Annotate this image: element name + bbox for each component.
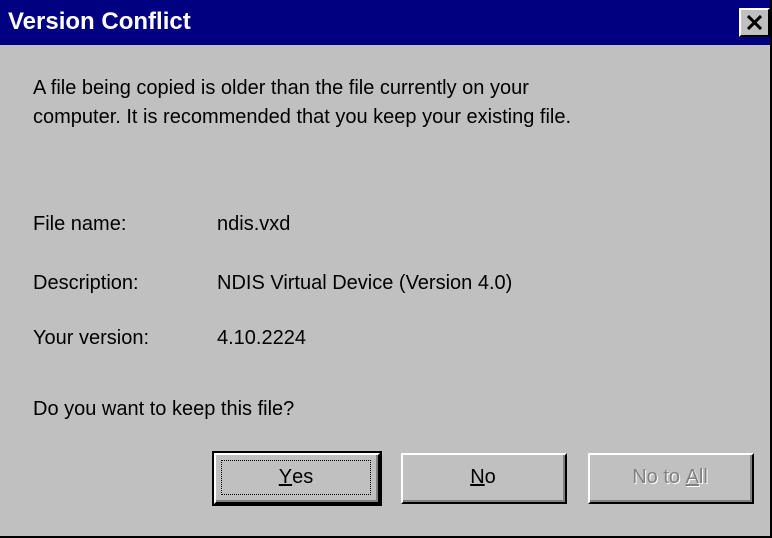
yes-button-label: Yes	[221, 460, 371, 495]
yes-mnemonic: Y	[278, 466, 293, 488]
close-icon	[747, 15, 762, 30]
no-mnemonic: N	[470, 466, 485, 488]
no-button[interactable]: No	[401, 453, 567, 504]
keep-file-question: Do you want to keep this file?	[33, 398, 295, 420]
your-version-label: Your version:	[33, 327, 149, 349]
version-conflict-dialog: Version Conflict A file being copied is …	[0, 0, 772, 538]
no-label-rest: o	[484, 466, 496, 488]
close-button[interactable]	[739, 8, 770, 37]
title-bar: Version Conflict	[0, 0, 770, 45]
message-line-2: computer. It is recommended that you kee…	[33, 106, 572, 128]
no-to-all-button-label: No to All	[596, 461, 744, 494]
your-version-value: 4.10.2224	[217, 327, 306, 349]
window-title: Version Conflict	[8, 8, 191, 35]
no-to-all-label-rest: ll	[698, 466, 708, 488]
description-value: NDIS Virtual Device (Version 4.0)	[217, 272, 513, 294]
message-line-1: A file being copied is older than the fi…	[33, 77, 529, 99]
description-label: Description:	[33, 272, 139, 294]
no-to-all-mnemonic: A	[685, 466, 699, 488]
yes-label-rest: es	[292, 466, 314, 488]
no-button-label: No	[409, 461, 557, 494]
file-name-label: File name:	[33, 213, 127, 235]
no-to-all-button[interactable]: No to All	[588, 453, 754, 504]
file-name-value: ndis.vxd	[217, 213, 291, 235]
yes-button[interactable]: Yes	[212, 451, 382, 506]
no-to-all-prefix: No to	[632, 466, 686, 488]
message-text: A file being copied is older than the fi…	[33, 74, 753, 132]
